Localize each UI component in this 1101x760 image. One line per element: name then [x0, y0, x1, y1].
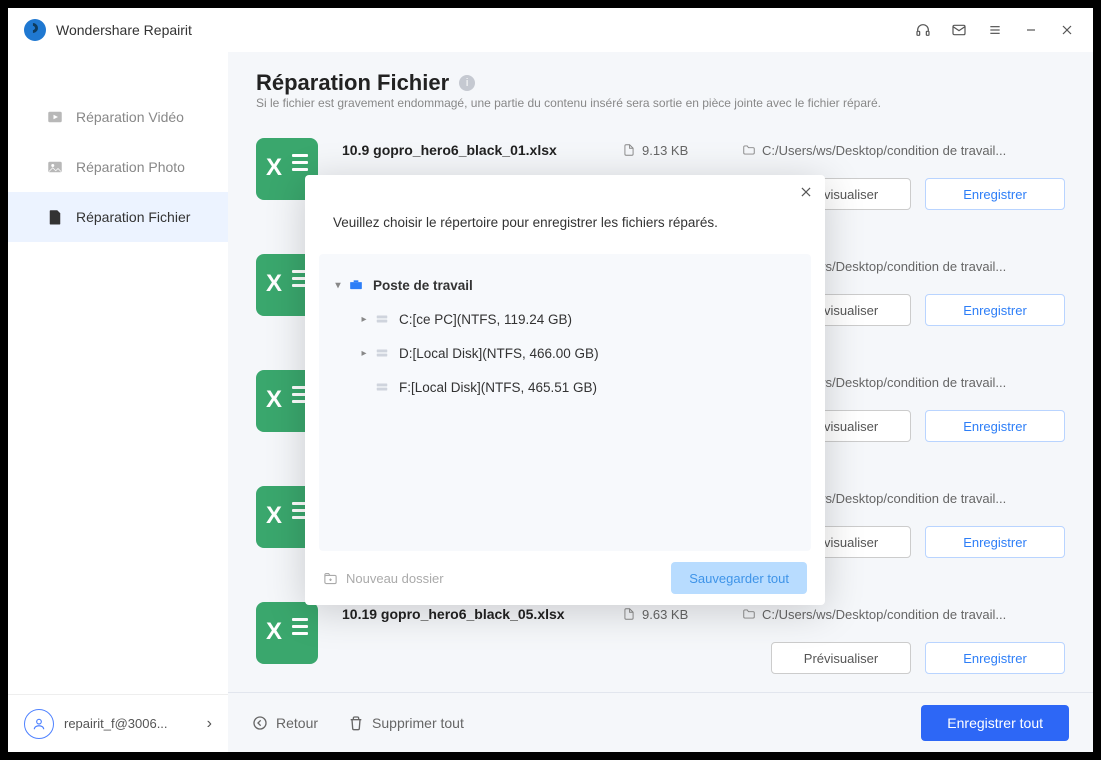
save-directory-modal: Veuillez choisir le répertoire pour enre… [305, 175, 825, 605]
delete-all-label: Supprimer tout [372, 715, 464, 731]
tree-item-label: D:[Local Disk](NTFS, 466.00 GB) [399, 346, 599, 361]
sidebar-item-video[interactable]: Réparation Vidéo [8, 92, 228, 142]
back-button[interactable]: Retour [252, 715, 318, 731]
tree-item[interactable]: ▸ C:[ce PC](NTFS, 119.24 GB) [329, 302, 801, 336]
sidebar-item-file[interactable]: Réparation Fichier [8, 192, 228, 242]
modal-footer: Nouveau dossier Sauvegarder tout [305, 551, 825, 605]
file-path: C:/Users/ws/Desktop/condition de travail… [742, 143, 1065, 158]
new-folder-button[interactable]: Nouveau dossier [323, 571, 444, 586]
new-folder-label: Nouveau dossier [346, 571, 444, 586]
save-button[interactable]: Enregistrer [925, 410, 1065, 442]
app-title: Wondershare Repairit [56, 22, 192, 38]
app-logo-icon [24, 19, 46, 41]
xlsx-icon: X [256, 602, 318, 664]
sidebar-item-label: Réparation Vidéo [76, 109, 184, 125]
minimize-icon[interactable] [1013, 12, 1049, 48]
sidebar-item-label: Réparation Photo [76, 159, 185, 175]
avatar-icon [24, 709, 54, 739]
tree-item[interactable]: ▸ D:[Local Disk](NTFS, 466.00 GB) [329, 336, 801, 370]
menu-icon[interactable] [977, 12, 1013, 48]
modal-prompt: Veuillez choisir le répertoire pour enre… [305, 175, 825, 248]
file-size: 9.13 KB [622, 143, 742, 158]
info-icon: i [459, 75, 475, 91]
user-footer[interactable]: repairit_f@3006... › [8, 694, 228, 752]
save-button[interactable]: Enregistrer [925, 526, 1065, 558]
username-label: repairit_f@3006... [64, 716, 207, 731]
file-size: 9.63 KB [622, 607, 742, 622]
modal-close-button[interactable] [799, 185, 813, 204]
chevron-right-icon[interactable]: ▸ [355, 314, 373, 325]
save-all-button[interactable]: Enregistrer tout [921, 705, 1069, 741]
tree-root[interactable]: ▾ Poste de travail [329, 268, 801, 302]
close-icon[interactable] [1049, 12, 1085, 48]
sidebar: Réparation Vidéo Réparation Photo Répara… [8, 52, 228, 752]
file-name: 10.9 gopro_hero6_black_01.xlsx [342, 142, 622, 158]
tree-item-label: C:[ce PC](NTFS, 119.24 GB) [399, 312, 572, 327]
chevron-right-icon[interactable]: ▸ [355, 348, 373, 359]
save-button[interactable]: Enregistrer [925, 178, 1065, 210]
file-name: 10.19 gopro_hero6_black_05.xlsx [342, 606, 622, 622]
titlebar: Wondershare Repairit [8, 8, 1093, 52]
page-header: Réparation Fichier i Si le fichier est g… [228, 52, 1093, 124]
directory-tree: ▾ Poste de travail ▸ C:[ce PC](NTFS, 119… [319, 254, 811, 551]
back-label: Retour [276, 715, 318, 731]
sidebar-item-photo[interactable]: Réparation Photo [8, 142, 228, 192]
mail-icon[interactable] [941, 12, 977, 48]
tree-item[interactable]: F:[Local Disk](NTFS, 465.51 GB) [329, 370, 801, 404]
save-button[interactable]: Enregistrer [925, 294, 1065, 326]
file-path: C:/Users/ws/Desktop/condition de travail… [742, 607, 1065, 622]
sidebar-item-label: Réparation Fichier [76, 209, 190, 225]
chevron-right-icon: › [207, 715, 212, 733]
chevron-down-icon[interactable]: ▾ [329, 280, 347, 291]
preview-button[interactable]: Prévisualiser [771, 642, 911, 674]
page-title: Réparation Fichier [256, 70, 449, 96]
tree-item-label: F:[Local Disk](NTFS, 465.51 GB) [399, 380, 597, 395]
tree-root-label: Poste de travail [373, 278, 473, 293]
headphones-icon[interactable] [905, 12, 941, 48]
modal-save-button[interactable]: Sauvegarder tout [671, 562, 807, 594]
save-button[interactable]: Enregistrer [925, 642, 1065, 674]
delete-all-button[interactable]: Supprimer tout [348, 715, 464, 731]
bottom-bar: Retour Supprimer tout Enregistrer tout [228, 692, 1093, 752]
page-subtitle: Si le fichier est gravement endommagé, u… [256, 96, 881, 110]
